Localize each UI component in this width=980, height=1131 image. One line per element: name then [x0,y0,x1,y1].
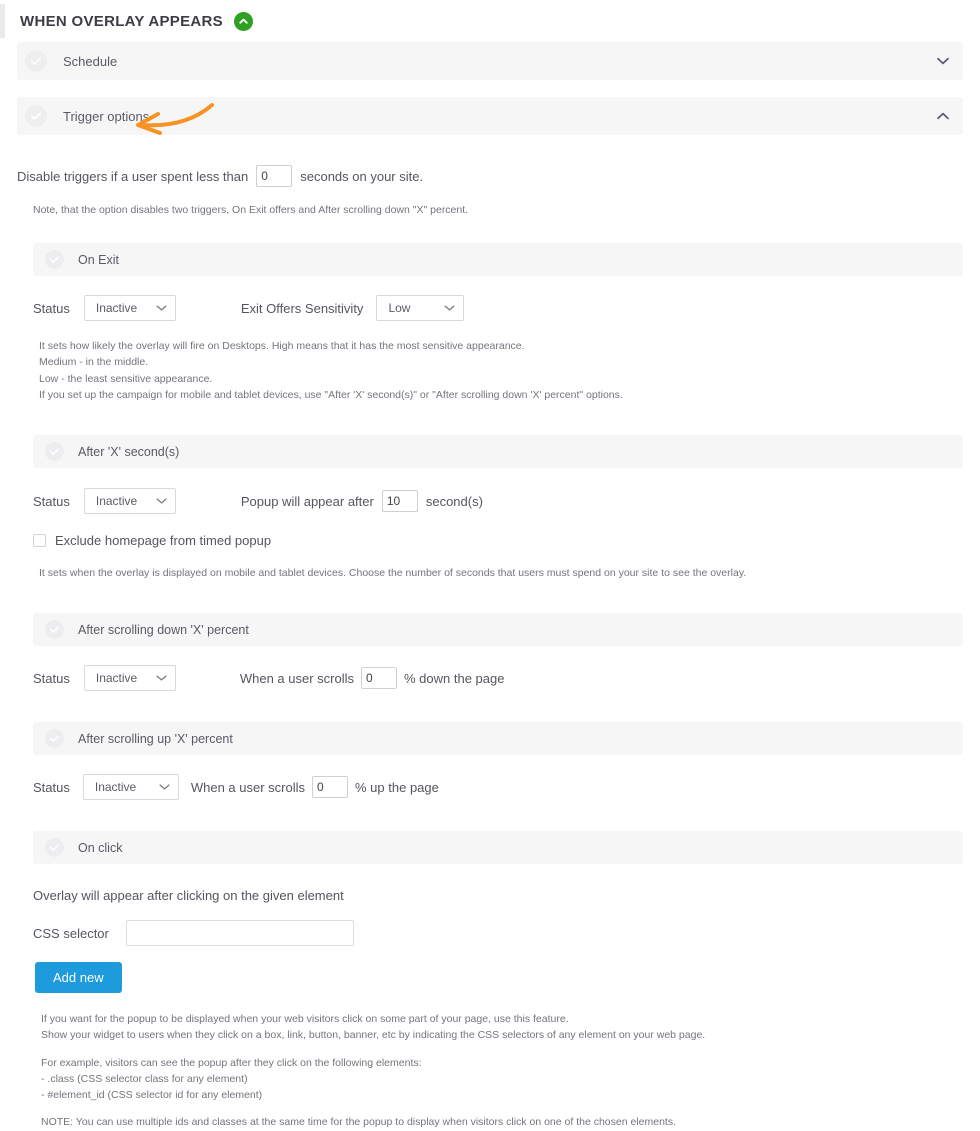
disable-triggers-prefix: Disable triggers if a user spent less th… [17,168,249,184]
scroll-down-controls-row: Status Inactive When a user scrolls % do… [33,665,963,692]
on-exit-status-value: Inactive [95,301,138,315]
chevron-down-icon [156,498,167,505]
scroll-up-status-select[interactable]: Inactive [82,774,179,801]
section-scroll-down: After scrolling down 'X' percent Status … [17,613,963,692]
accordion-header-schedule[interactable]: Schedule [17,42,963,80]
after-seconds-body: Status Inactive Popup will appear after … [17,488,963,582]
on-click-help-line-2: Show your widget to users when they clic… [41,1029,706,1042]
chevron-down-icon [156,675,167,682]
check-circle-icon [45,620,64,640]
chevron-down-icon [444,305,455,312]
sub-label-on-click: On click [78,840,123,855]
check-circle-icon [45,442,64,462]
accordion-list: Schedule Trigger options [17,42,963,135]
scroll-up-prefix: When a user scrolls [190,779,306,795]
check-circle-icon [45,729,64,749]
section-scroll-up: After scrolling up 'X' percent Status In… [17,722,963,801]
page-header: WHEN OVERLAY APPEARS [0,0,980,42]
scroll-up-controls-row: Status Inactive When a user scrolls % up… [33,774,963,801]
on-exit-controls-row: Status Inactive Exit Offers Sensitivity … [33,295,963,321]
on-exit-sensitivity-label: Exit Offers Sensitivity [240,300,364,316]
chevron-up-circle-icon[interactable] [234,11,253,31]
disable-triggers-suffix: seconds on your site. [300,168,424,184]
scroll-down-status-value: Inactive [95,671,138,686]
scroll-down-prefix: When a user scrolls [239,670,355,686]
check-circle-icon [45,838,64,858]
sub-label-scroll-down: After scrolling down 'X' percent [78,622,249,637]
scroll-down-status-label: Status [33,670,70,686]
scroll-up-status-label: Status [33,779,70,795]
css-selector-row: CSS selector [33,920,963,947]
after-seconds-delay-suffix: second(s) [425,493,483,509]
check-circle-icon [45,250,64,269]
after-seconds-status-label: Status [33,493,70,509]
on-click-help: If you want for the popup to be displaye… [33,1011,963,1131]
on-exit-help: It sets how likely the overlay will fire… [33,338,963,403]
accordion-label-schedule: Schedule [63,53,118,69]
scroll-down-body: Status Inactive When a user scrolls % do… [17,665,963,692]
section-on-click: On click Overlay will appear after click… [17,831,963,1131]
on-click-help-line-4: - .class (CSS selector class for any ele… [41,1072,248,1085]
page-title: WHEN OVERLAY APPEARS [20,12,223,30]
scroll-down-status-select[interactable]: Inactive [83,665,176,692]
trigger-options-panel: Disable triggers if a user spent less th… [0,165,980,1131]
on-click-help-line-1: If you want for the popup to be displaye… [41,1013,569,1026]
accordion-label-trigger-options: Trigger options [63,108,150,124]
scroll-up-suffix: % up the page [355,779,439,795]
disable-triggers-seconds-input[interactable] [256,165,293,187]
section-after-seconds: After 'X' second(s) Status Inactive Popu… [17,435,963,582]
scroll-down-suffix: % down the page [404,670,505,686]
add-new-button[interactable]: Add new [35,962,122,994]
on-exit-status-select[interactable]: Inactive [83,295,176,321]
chevron-down-icon [156,305,167,312]
check-circle-icon [25,50,47,72]
css-selector-label: CSS selector [33,925,109,941]
css-selector-input[interactable] [125,920,354,947]
chevron-down-icon [159,784,170,791]
on-click-help-line-6: NOTE: You can use multiple ids and class… [41,1116,677,1129]
sub-header-after-seconds[interactable]: After 'X' second(s) [33,435,963,469]
exclude-homepage-label: Exclude homepage from timed popup [55,533,272,549]
on-exit-sensitivity-select[interactable]: Low [376,295,465,321]
sub-label-after-seconds: After 'X' second(s) [78,444,180,459]
chevron-up-icon[interactable] [937,112,949,120]
check-circle-icon [25,105,47,127]
after-seconds-controls-row: Status Inactive Popup will appear after … [33,488,963,515]
exclude-homepage-checkbox[interactable] [33,534,46,548]
after-seconds-status-value: Inactive [95,494,138,509]
accordion-header-trigger-options[interactable]: Trigger options [17,97,963,135]
sub-label-on-exit: On Exit [78,252,119,267]
after-seconds-delay-input[interactable] [381,490,418,513]
scroll-up-percent-input[interactable] [312,776,349,799]
scroll-up-status-value: Inactive [94,780,137,795]
on-exit-status-label: Status [33,300,70,316]
sub-header-on-exit[interactable]: On Exit [33,243,963,276]
chevron-down-icon[interactable] [937,57,949,65]
on-exit-help-line-2: Medium - in the middle. [39,356,149,369]
after-seconds-help: It sets when the overlay is displayed on… [39,567,747,580]
sub-header-scroll-up[interactable]: After scrolling up 'X' percent [33,722,963,756]
exclude-homepage-row[interactable]: Exclude homepage from timed popup [33,533,963,548]
section-on-exit: On Exit Status Inactive Exit Offers Sens… [17,243,963,403]
after-seconds-delay-prefix: Popup will appear after [240,493,374,509]
disable-triggers-note: Note, that the option disables two trigg… [33,204,469,216]
sub-header-on-click[interactable]: On click [33,831,963,865]
after-seconds-status-select[interactable]: Inactive [83,488,176,515]
sub-label-scroll-up: After scrolling up 'X' percent [78,731,233,746]
on-click-body: Overlay will appear after clicking on th… [17,888,963,1131]
on-click-help-line-3: For example, visitors can see the popup … [41,1056,422,1069]
scroll-down-percent-input[interactable] [361,667,398,690]
scroll-up-body: Status Inactive When a user scrolls % up… [17,774,963,801]
on-click-description: Overlay will appear after clicking on th… [33,888,344,904]
on-exit-help-line-3: Low - the least sensitive appearance. [39,372,213,385]
sub-header-scroll-down[interactable]: After scrolling down 'X' percent [33,613,963,647]
disable-triggers-row: Disable triggers if a user spent less th… [17,165,963,187]
on-exit-help-line-4: If you set up the campaign for mobile an… [39,388,623,401]
on-exit-sensitivity-value: Low [388,301,411,315]
title-accent-bar [0,4,5,38]
on-exit-help-line-1: It sets how likely the overlay will fire… [39,340,525,352]
on-click-help-line-5: - #element_id (CSS selector id for any e… [41,1089,263,1102]
on-exit-body: Status Inactive Exit Offers Sensitivity … [17,295,963,403]
